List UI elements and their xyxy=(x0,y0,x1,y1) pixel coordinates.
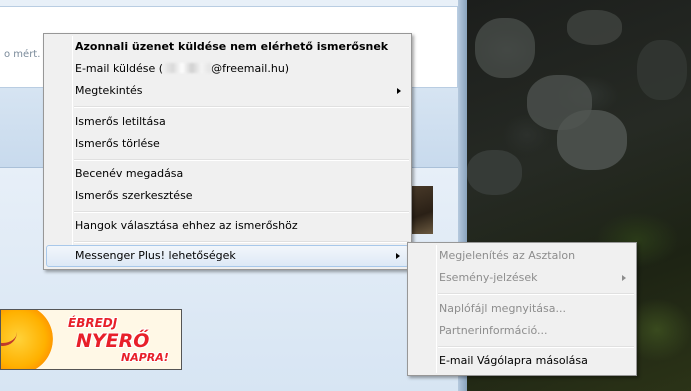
menu-item-label: Azonnali üzenet küldése nem elérhető ism… xyxy=(75,40,389,53)
submenu-item-show-on-desktop[interactable]: Megjelenítés az Asztalon xyxy=(410,245,634,267)
menu-separator xyxy=(74,241,409,243)
sun-smile xyxy=(1,328,17,346)
clipped-status-text: o mért. xyxy=(4,49,41,60)
redacted-email xyxy=(163,63,212,73)
submenu-item-event-notifications[interactable]: Esemény-jelzések xyxy=(410,267,634,289)
menu-item-view[interactable]: Megtekintés xyxy=(46,80,409,102)
contact-context-menu: Azonnali üzenet küldése nem elérhető ism… xyxy=(43,33,412,270)
menu-item-label: Partnerinformáció... xyxy=(439,324,548,337)
menu-item-label: Esemény-jelzések xyxy=(439,271,538,284)
menu-item-edit-contact[interactable]: Ismerős szerkesztése xyxy=(46,185,409,207)
menu-item-label: Hangok választása ehhez az ismerőshöz xyxy=(75,219,298,232)
rock-shape xyxy=(567,10,622,45)
menu-item-set-nickname[interactable]: Becenév megadása xyxy=(46,163,409,185)
menu-separator xyxy=(438,346,634,348)
banner-line-3: NAPRA! xyxy=(121,351,169,364)
messenger-plus-submenu: Megjelenítés az Asztalon Esemény-jelzése… xyxy=(407,242,637,376)
menu-item-delete-contact[interactable]: Ismerős törlése xyxy=(46,133,409,155)
menu-item-block-contact[interactable]: Ismerős letiltása xyxy=(46,111,409,133)
submenu-arrow-icon xyxy=(397,88,401,94)
rock-shape xyxy=(637,40,687,100)
submenu-item-open-log-file[interactable]: Naplófájl megnyitása... xyxy=(410,298,634,320)
menu-item-label: Ismerős szerkesztése xyxy=(75,189,193,202)
menu-item-label-suffix: @freemail.hu) xyxy=(211,62,290,75)
menu-separator xyxy=(438,293,634,295)
banner-ad[interactable]: ÉBREDJ NYERŐ NAPRA! xyxy=(0,309,182,370)
menu-item-send-email[interactable]: E-mail küldése ( @freemail.hu) xyxy=(46,58,409,80)
banner-line-2: NYERŐ xyxy=(76,330,150,352)
rock-shape xyxy=(557,110,627,170)
sun-icon xyxy=(1,310,53,369)
menu-item-label: Ismerős törlése xyxy=(75,137,160,150)
menu-separator xyxy=(74,211,409,213)
rock-shape xyxy=(467,150,522,195)
menu-item-choose-sounds[interactable]: Hangok választása ehhez az ismerőshöz xyxy=(46,215,409,237)
menu-item-label: Naplófájl megnyitása... xyxy=(439,302,566,315)
submenu-item-copy-email[interactable]: E-mail Vágólapra másolása xyxy=(410,350,634,372)
rock-shape xyxy=(475,18,535,78)
menu-item-send-offline-message[interactable]: Azonnali üzenet küldése nem elérhető ism… xyxy=(46,36,409,58)
menu-separator xyxy=(74,159,409,161)
submenu-item-partner-info[interactable]: Partnerinformáció... xyxy=(410,320,634,342)
menu-item-label: E-mail Vágólapra másolása xyxy=(439,354,588,367)
banner-line-1: ÉBREDJ xyxy=(68,316,118,330)
menu-separator xyxy=(74,106,409,108)
menu-item-label: Megjelenítés az Asztalon xyxy=(439,249,576,262)
menu-item-label-prefix: E-mail küldése ( xyxy=(75,62,164,75)
menu-item-label: Ismerős letiltása xyxy=(75,115,166,128)
menu-item-messenger-plus-options[interactable]: Messenger Plus! lehetőségek xyxy=(46,245,409,267)
menu-item-label: Megtekintés xyxy=(75,84,143,97)
submenu-arrow-icon xyxy=(396,253,400,259)
submenu-arrow-icon xyxy=(622,275,626,281)
menu-item-label: Messenger Plus! lehetőségek xyxy=(75,249,236,262)
menu-item-label: Becenév megadása xyxy=(75,167,184,180)
